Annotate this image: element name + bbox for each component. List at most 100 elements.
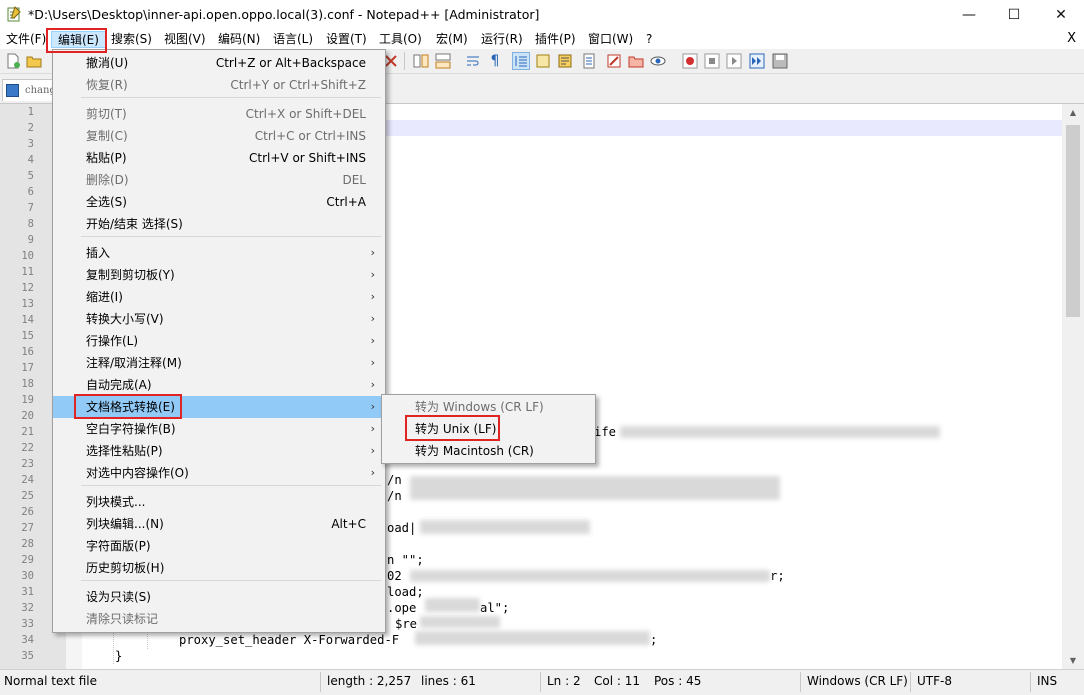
edit-menu-item-eol-conversion[interactable]: 文档格式转换(E) › [53,396,385,418]
show-all-chars-icon[interactable]: ¶ [487,53,503,69]
menu-edit[interactable]: 编辑(E) [51,31,106,48]
menu-language[interactable]: 语言(L) [273,31,313,48]
edit-menu-item-blank-operations[interactable]: 空白字符操作(B) › [53,418,385,440]
edit-menu-item-undo[interactable]: 撤消(U) Ctrl+Z or Alt+Backspace [53,52,385,74]
maximize-button[interactable]: ☐ [991,0,1037,30]
menu-plugins[interactable]: 插件(P) [535,31,576,48]
menu-encoding[interactable]: 编码(N) [218,31,260,48]
user-lang-icon[interactable] [535,53,551,69]
menu-bar: 文件(F) 编辑(E) 搜索(S) 视图(V) 编码(N) 语言(L) 设置(T… [0,30,1084,49]
indent-guide-icon[interactable] [512,52,530,70]
edit-menu-item-auto-completion[interactable]: 自动完成(A) › [53,374,385,396]
folder-icon[interactable] [628,53,644,69]
submenu-arrow-icon: › [370,422,375,435]
edit-menu-item-delete[interactable]: 删除(D) DEL [53,169,385,191]
title-bar: *D:\Users\Desktop\inner-api.open.oppo.lo… [0,0,1084,30]
edit-menu-item-comment-uncomment[interactable]: 注释/取消注释(M) › [53,352,385,374]
record-macro-icon[interactable] [682,53,698,69]
eol-menu-item-to-windows[interactable]: 转为 Windows (CR LF) [382,396,595,418]
edit-menu-item-insert[interactable]: 插入 › [53,242,385,264]
save-macro-icon[interactable] [772,53,788,69]
play-macro-icon[interactable] [726,53,742,69]
line-number: 25 [21,490,34,502]
menu-search[interactable]: 搜索(S) [111,31,152,48]
menu-macro[interactable]: 宏(M) [436,31,468,48]
menu-item-label: 选择性粘贴(P) [86,444,163,458]
edit-menu-item-select-all[interactable]: 全选(S) Ctrl+A [53,191,385,213]
menu-item-label: 复制到剪切板(Y) [86,268,175,282]
line-number: 20 [21,410,34,422]
submenu-arrow-icon: › [370,378,375,391]
edit-menu-item-character-panel[interactable]: 字符面版(P) [53,535,385,557]
menu-view[interactable]: 视图(V) [164,31,206,48]
edit-menu-item-column-mode[interactable]: 列块模式... [53,491,385,513]
eol-menu-item-to-macintosh[interactable]: 转为 Macintosh (CR) [382,440,595,462]
edit-menu-item-redo[interactable]: 恢复(R) Ctrl+Y or Ctrl+Shift+Z [53,74,385,96]
new-file-icon[interactable] [5,53,21,69]
menu-window[interactable]: 窗口(W) [588,31,633,48]
code-fragment: } [115,649,123,663]
menu-item-shortcut: Ctrl+Y or Ctrl+Shift+Z [230,78,366,92]
tab-document[interactable]: change [2,79,58,101]
stop-macro-icon[interactable] [704,53,720,69]
run-macro-multiple-icon[interactable] [749,53,765,69]
edit-menu-item-indent[interactable]: 缩进(I) › [53,286,385,308]
open-file-icon[interactable] [26,53,42,69]
code-fragment: load; [387,585,424,599]
word-wrap-icon[interactable] [465,53,481,69]
edit-menu-item-clear-read-only[interactable]: 清除只读标记 [53,608,385,630]
minimize-button[interactable]: — [946,0,992,30]
line-number: 12 [21,282,34,294]
menu-tools[interactable]: 工具(O) [379,31,422,48]
folder-workspace-icon[interactable] [606,53,622,69]
menu-item-label: 历史剪切板(H) [86,561,165,575]
code-fragment: /n [387,489,402,503]
menu-separator [81,580,381,581]
eol-menu-item-to-unix[interactable]: 转为 Unix (LF) [382,418,595,440]
menu-run[interactable]: 运行(R) [481,31,523,48]
edit-menu-item-paste[interactable]: 粘贴(P) Ctrl+V or Shift+INS [53,147,385,169]
close-document-button[interactable]: X [1067,31,1076,46]
edit-menu-item-on-selection[interactable]: 对选中内容操作(O) › [53,462,385,484]
edit-menu-item-begin-end-select[interactable]: 开始/结束 选择(S) [53,213,385,235]
edit-menu-item-paste-special[interactable]: 选择性粘贴(P) › [53,440,385,462]
menu-item-label: 列块模式... [86,495,146,509]
edit-menu-item-line-operations[interactable]: 行操作(L) › [53,330,385,352]
edit-menu-item-copy-to-clipboard[interactable]: 复制到剪切板(Y) › [53,264,385,286]
edit-menu-item-set-read-only[interactable]: 设为只读(S) [53,586,385,608]
vertical-scrollbar[interactable]: ▲ ▼ [1062,104,1084,670]
status-insert-mode[interactable]: INS [1037,674,1057,688]
sync-h-scroll-icon[interactable] [435,53,451,69]
edit-menu-item-cut[interactable]: 剪切(T) Ctrl+X or Shift+DEL [53,103,385,125]
status-encoding[interactable]: UTF-8 [917,674,952,688]
menu-item-label: 空白字符操作(B) [86,422,176,436]
code-fragment: ; [650,633,658,647]
edit-menu-item-convert-case[interactable]: 转换大小写(V) › [53,308,385,330]
menu-item-label: 粘贴(P) [86,151,127,165]
menu-item-label: 转为 Macintosh (CR) [415,444,534,458]
scroll-down-icon[interactable]: ▼ [1062,652,1084,670]
scrollbar-thumb[interactable] [1066,125,1080,317]
edit-menu-item-copy[interactable]: 复制(C) Ctrl+C or Ctrl+INS [53,125,385,147]
edit-menu-item-clipboard-history[interactable]: 历史剪切板(H) [53,557,385,579]
menu-settings[interactable]: 设置(T) [326,31,367,48]
edit-menu-item-column-editor[interactable]: 列块编辑...(N) Alt+C [53,513,385,535]
function-list-icon[interactable] [582,53,598,69]
scroll-up-icon[interactable]: ▲ [1062,104,1084,122]
line-number: 22 [21,442,34,454]
close-button[interactable]: ✕ [1038,0,1084,30]
line-number: 5 [27,170,34,182]
menu-file[interactable]: 文件(F) [6,31,46,48]
eol-conversion-submenu: 转为 Windows (CR LF) 转为 Unix (LF) 转为 Macinto… [381,394,596,464]
monitoring-eye-icon[interactable] [650,53,666,69]
status-eol-format[interactable]: Windows (CR LF) [807,674,908,688]
doc-map-icon[interactable] [557,53,573,69]
line-number: 9 [27,234,34,246]
line-number: 17 [21,362,34,374]
line-number: 28 [21,538,34,550]
menu-item-label: 对选中内容操作(O) [86,466,189,480]
status-file-type: Normal text file [4,674,98,688]
status-column: Col : 11 [594,674,640,688]
menu-help[interactable]: ? [646,31,652,48]
sync-v-scroll-icon[interactable] [413,53,429,69]
